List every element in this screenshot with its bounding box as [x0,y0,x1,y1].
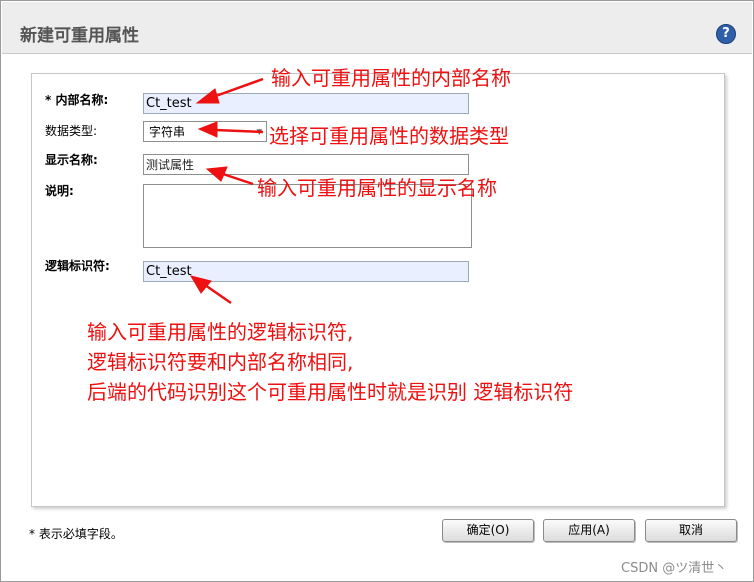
annotation-display-name: 输入可重用属性的显示名称 [257,176,497,200]
apply-button[interactable]: 应用(A) [543,519,635,542]
annotation-internal-name: 输入可重用属性的内部名称 [271,66,511,90]
watermark: CSDN @ツ清世丶 [621,561,728,576]
dialog-title: 新建可重用属性 [20,26,139,46]
internal-name-label: * 内部名称: [45,93,109,107]
data-type-value: 字符串 [149,125,186,139]
internal-name-input[interactable]: Ct_test [143,93,469,114]
display-name-input[interactable]: 测试属性 [143,154,469,175]
description-label: 说明: [45,184,74,198]
required-note: * 表示必填字段。 [29,527,123,541]
logical-id-label: 逻辑标识符: [45,259,110,273]
annotation-logical-line-1: 输入可重用属性的逻辑标识符, [87,320,354,344]
display-name-label: 显示名称: [45,153,98,167]
ok-button[interactable]: 确定(O) [442,519,534,542]
dialog-window: 新建可重用属性 ? * 内部名称: Ct_test 数据类型: 字符串 ▾ 显示… [0,0,754,582]
data-type-label: 数据类型: [45,124,98,138]
cancel-button[interactable]: 取消 [645,519,737,542]
data-type-select[interactable]: 字符串 ▾ [143,121,267,142]
chevron-down-icon: ▾ [256,125,262,138]
annotation-logical-line-3: 后端的代码识别这个可重用属性时就是识别 逻辑标识符 [87,380,574,404]
help-icon[interactable]: ? [716,24,736,44]
logical-id-input[interactable]: Ct_test [143,261,469,282]
annotation-data-type: 选择可重用属性的数据类型 [269,124,509,148]
annotation-logical-line-2: 逻辑标识符要和内部名称相同, [87,350,354,374]
annotation-logical-id: 输入可重用属性的逻辑标识符, 逻辑标识符要和内部名称相同, 后端的代码识别这个可… [87,317,727,407]
dialog-titlebar: 新建可重用属性 ? [2,2,752,54]
